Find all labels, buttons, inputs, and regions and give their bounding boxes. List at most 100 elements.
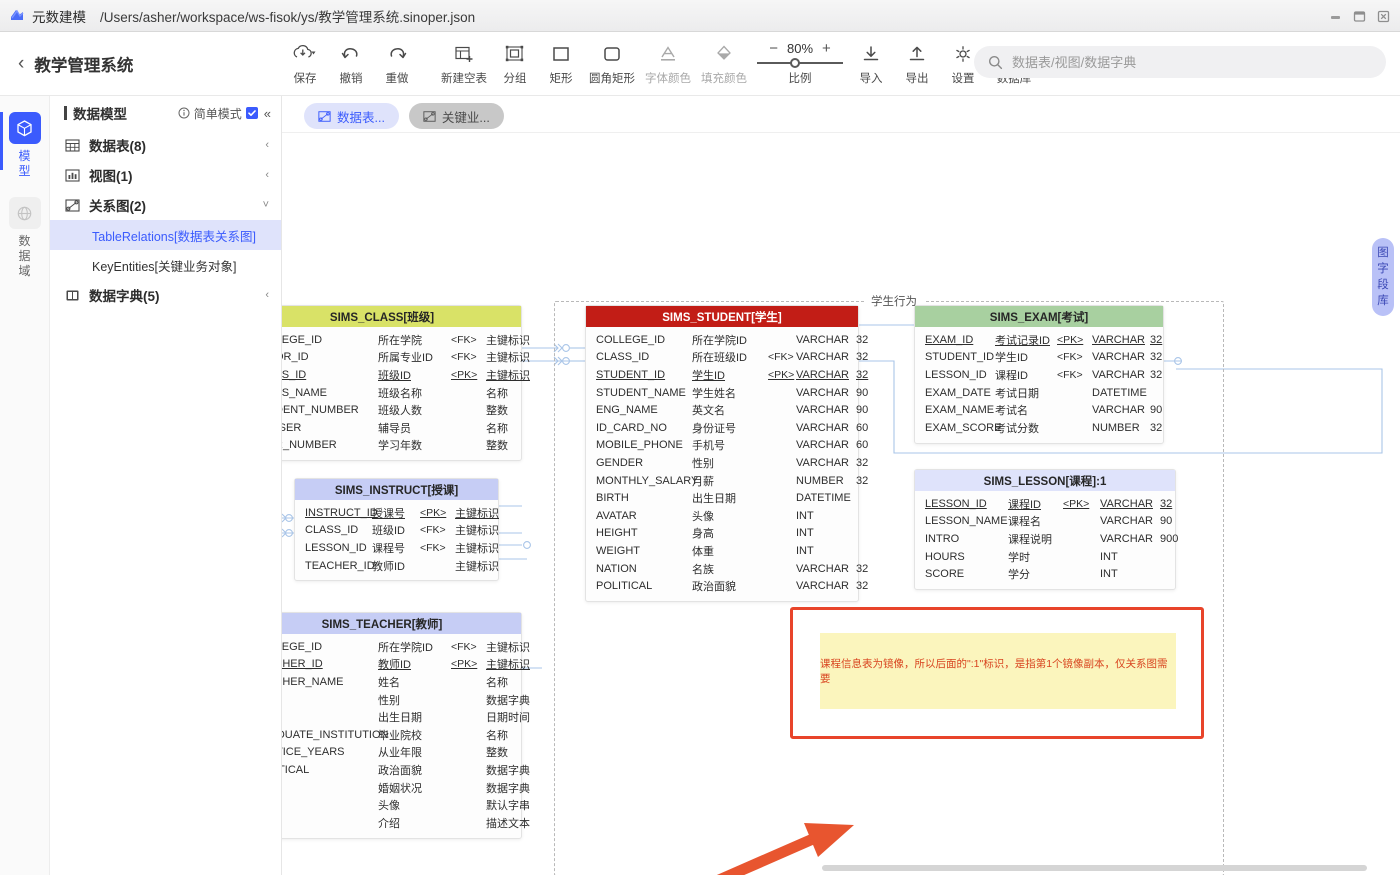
column-type: 名称 bbox=[486, 674, 508, 690]
search-box[interactable] bbox=[974, 46, 1386, 78]
simple-mode-toggle[interactable]: 简单模式 bbox=[178, 105, 258, 122]
entity-sims-instruct[interactable]: SIMS_INSTRUCT[授课] INSTRUCT_ID授课号<PK>主键标识… bbox=[294, 478, 499, 581]
table-row: CLASS_NAME班级名称名称 bbox=[282, 384, 511, 402]
column-cn: 体重 bbox=[692, 543, 714, 559]
column-length: 90 bbox=[1150, 404, 1162, 416]
chevron-down-icon[interactable]: ˅ bbox=[263, 199, 269, 211]
entity-sims-teacher[interactable]: SIMS_TEACHER[教师] COLLEGE_ID所在学院ID<FK>主键标… bbox=[282, 612, 522, 839]
column-type: VARCHAR bbox=[796, 563, 849, 575]
table-row: AVATAR头像INT bbox=[596, 507, 848, 525]
column-cn: 身高 bbox=[692, 525, 714, 541]
table-row: 出生日期日期时间 bbox=[282, 708, 511, 726]
zoom-in-button[interactable]: + bbox=[822, 41, 831, 56]
save-button[interactable]: 保存 bbox=[282, 35, 328, 93]
sidebar-item-tables[interactable]: 数据表(8) ‹ bbox=[50, 130, 281, 160]
column-name: STUDENT_NAME bbox=[596, 387, 686, 399]
entity-header: SIMS_EXAM[考试] bbox=[915, 306, 1163, 327]
field-library-button[interactable]: 图 字 段 库 bbox=[1372, 238, 1394, 316]
column-name: EXAM_DATE bbox=[925, 387, 991, 399]
sidebar-item-dictionary[interactable]: 数据字典(5) ‹ bbox=[50, 280, 281, 310]
column-name: TEACHER_NAME bbox=[282, 676, 343, 688]
chevron-right-icon[interactable]: ‹ bbox=[265, 169, 269, 181]
new-empty-table-button[interactable]: 新建空表 bbox=[436, 35, 492, 93]
sidebar-leaf-table-relations[interactable]: TableRelations[数据表关系图] bbox=[50, 220, 281, 250]
simple-mode-checkbox[interactable] bbox=[246, 107, 258, 119]
column-cn: 课程号 bbox=[372, 540, 405, 556]
entity-sims-student[interactable]: SIMS_STUDENT[学生] COLLEGE_ID所在学院IDVARCHAR… bbox=[585, 305, 859, 602]
column-name: INSTRUCT_ID bbox=[305, 507, 378, 519]
column-type: VARCHAR bbox=[796, 457, 849, 469]
column-type: 数据字典 bbox=[486, 780, 530, 796]
table-row: LESSON_ID课程ID<FK>VARCHAR32 bbox=[925, 366, 1153, 384]
undo-button[interactable]: 撤销 bbox=[328, 35, 374, 93]
column-name: NATION bbox=[596, 563, 637, 575]
column-type: 主键标识 bbox=[486, 349, 530, 365]
import-button[interactable]: 导入 bbox=[848, 35, 894, 93]
rail-item-model[interactable]: 模型 bbox=[0, 112, 49, 179]
toolbar-label: 圆角矩形 bbox=[589, 70, 635, 86]
column-key: <FK> bbox=[451, 351, 477, 363]
entity-sims-class[interactable]: SIMS_CLASS[班级] COLLEGE_ID所在学院<FK>主键标识 MA… bbox=[282, 305, 522, 461]
column-name: ENG_NAME bbox=[596, 404, 658, 416]
sidebar-item-views[interactable]: 视图(1) ‹ bbox=[50, 160, 281, 190]
column-type: VARCHAR bbox=[1092, 334, 1145, 346]
rail-item-data-domain[interactable]: 数据域 bbox=[0, 197, 49, 279]
table-row: GENDER性别VARCHAR32 bbox=[596, 454, 848, 472]
table-row: EXAM_NAME考试名VARCHAR90 bbox=[925, 401, 1153, 419]
column-cn: 班级ID bbox=[378, 367, 411, 383]
sidebar-leaf-key-entities[interactable]: KeyEntities[关键业务对象] bbox=[50, 250, 281, 280]
column-name: CLASS_ID bbox=[596, 351, 649, 363]
collapse-left-icon[interactable]: « bbox=[264, 106, 271, 121]
rectangle-button[interactable]: 矩形 bbox=[538, 35, 584, 93]
column-cn: 授课号 bbox=[372, 505, 405, 521]
column-key: <PK> bbox=[451, 658, 477, 670]
column-key: <FK> bbox=[451, 334, 477, 346]
annotation-note[interactable]: 课程信息表为镜像，所以后面的":1"标识，是指第1个镜像副本，仅关系图需要 bbox=[820, 633, 1176, 709]
close-icon[interactable] bbox=[1377, 10, 1390, 23]
chevron-right-icon[interactable]: ‹ bbox=[265, 289, 269, 301]
sidebar-item-relations[interactable]: 关系图(2) ˅ bbox=[50, 190, 281, 220]
column-cn: 毕业院校 bbox=[378, 727, 422, 743]
tab-table-relations[interactable]: 数据表... bbox=[304, 103, 399, 129]
table-row: HOURS学时INT bbox=[925, 548, 1165, 566]
zoom-slider-knob[interactable] bbox=[790, 58, 800, 68]
column-length: 32 bbox=[856, 369, 868, 381]
zoom-control[interactable]: − 80% + 比例 bbox=[752, 35, 848, 93]
chevron-right-icon[interactable]: ‹ bbox=[265, 139, 269, 151]
maximize-icon[interactable] bbox=[1353, 10, 1366, 23]
group-button[interactable]: 分组 bbox=[492, 35, 538, 93]
table-row: STUDENT_NUMBER班级人数整数 bbox=[282, 401, 511, 419]
fill-color-button[interactable]: 填充颜色 bbox=[696, 35, 752, 93]
tab-key-entities[interactable]: 关键业... bbox=[409, 103, 504, 129]
table-row: TEACHER_ID教师ID<PK>主键标识 bbox=[282, 656, 511, 674]
column-length: 60 bbox=[856, 422, 868, 434]
diagram-canvas[interactable]: 学生行为 SIMS_CLASS[班级] COLLEGE_ID所在学院<FK>主键… bbox=[282, 132, 1400, 875]
column-cn: 名族 bbox=[692, 561, 714, 577]
column-cn: 性别 bbox=[378, 692, 400, 708]
toolbar-label: 撤销 bbox=[340, 70, 363, 86]
zoom-slider[interactable] bbox=[757, 58, 843, 68]
search-input[interactable] bbox=[1012, 55, 1372, 70]
column-length: 32 bbox=[1150, 351, 1162, 363]
column-name: LESSON_ID bbox=[925, 369, 987, 381]
minimize-icon[interactable] bbox=[1329, 10, 1342, 23]
redo-button[interactable]: 重做 bbox=[374, 35, 420, 93]
entity-columns: COLLEGE_ID所在学院<FK>主键标识 MAJOR_ID所属专业ID<FK… bbox=[282, 327, 521, 460]
column-name: LESSON_ID bbox=[305, 542, 367, 554]
export-button[interactable]: 导出 bbox=[894, 35, 940, 93]
table-row: 性别数据字典 bbox=[282, 691, 511, 709]
rail-active-indicator bbox=[0, 112, 3, 170]
rounded-rectangle-button[interactable]: 圆角矩形 bbox=[584, 35, 640, 93]
chevron-left-icon[interactable]: ‹ bbox=[18, 54, 24, 73]
column-type: VARCHAR bbox=[1092, 351, 1145, 363]
column-cn: 考试日期 bbox=[995, 385, 1039, 401]
diagram-tabs: 数据表... 关键业... bbox=[282, 96, 1400, 132]
horizontal-scrollbar[interactable] bbox=[822, 865, 1367, 871]
entity-sims-exam[interactable]: SIMS_EXAM[考试] EXAM_ID考试记录ID<PK>VARCHAR32… bbox=[914, 305, 1164, 444]
new-table-icon bbox=[453, 42, 475, 66]
zoom-out-button[interactable]: − bbox=[769, 41, 778, 56]
column-cn: 婚姻状况 bbox=[378, 780, 422, 796]
font-color-button[interactable]: 字体颜色 bbox=[640, 35, 696, 93]
entity-sims-lesson[interactable]: SIMS_LESSON[课程]:1 LESSON_ID课程ID<PK>VARCH… bbox=[914, 469, 1176, 590]
table-row: 介绍描述文本 bbox=[282, 814, 511, 832]
